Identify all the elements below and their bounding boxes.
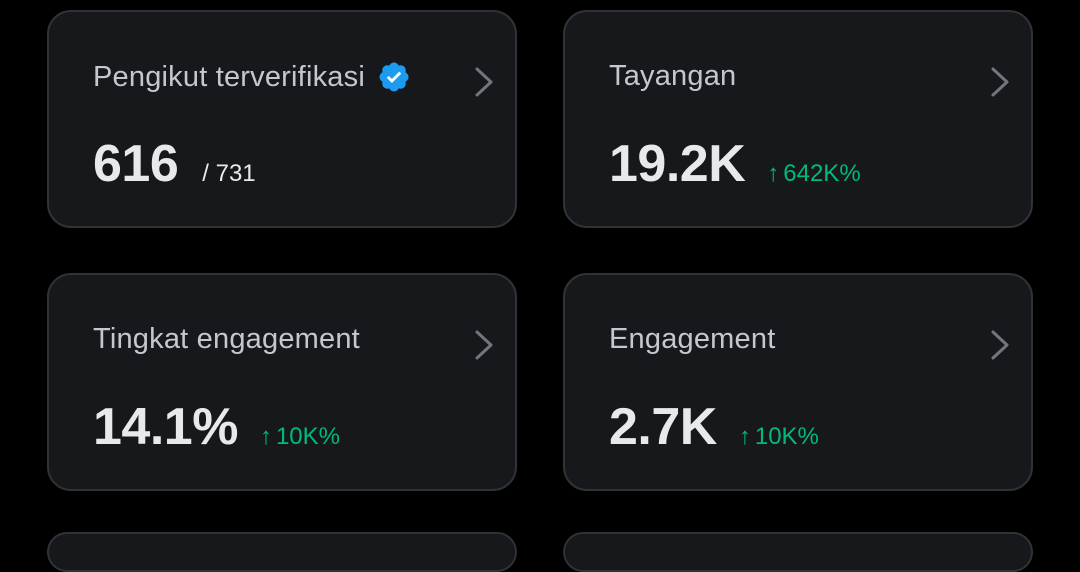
engagements-label: Engagement (609, 323, 776, 355)
engagements-change-value: 10K% (754, 423, 819, 450)
card-label: Tingkat engagement (93, 323, 360, 356)
engagement-rate-value: 14.1% (93, 398, 238, 456)
verified-followers-label: Pengikut terverifikasi (93, 60, 365, 93)
next-card-partial[interactable] (563, 532, 1033, 572)
verified-followers-card[interactable]: Pengikut terverifikasi 616 / 731 (47, 10, 517, 228)
engagements-card[interactable]: Engagement 2.7K ↑ 10K% (563, 273, 1033, 491)
engagements-change: ↑ 10K% (739, 423, 819, 451)
chevron-right-icon[interactable] (473, 328, 495, 362)
impressions-label: Tayangan (609, 60, 737, 92)
next-card-partial[interactable] (47, 532, 517, 572)
chevron-right-icon[interactable] (989, 65, 1011, 99)
engagement-rate-card[interactable]: Tingkat engagement 14.1% ↑ 10K% (47, 273, 517, 491)
value-row: 14.1% ↑ 10K% (93, 397, 340, 457)
arrow-up-icon: ↑ (767, 160, 780, 187)
value-row: 19.2K ↑ 642K% (609, 134, 861, 194)
impressions-change-value: 642K% (783, 160, 861, 187)
card-label: Engagement (609, 323, 775, 356)
verified-followers-value: 616 (93, 135, 179, 193)
engagement-rate-change: ↑ 10K% (260, 423, 340, 451)
verified-badge-icon (379, 62, 409, 92)
engagements-value: 2.7K (609, 398, 717, 456)
arrow-up-icon: ↑ (738, 423, 751, 450)
total-followers: / 731 (202, 160, 256, 187)
value-row: 616 / 731 (93, 134, 256, 194)
engagement-rate-label: Tingkat engagement (93, 323, 360, 355)
engagement-rate-change-value: 10K% (275, 423, 340, 450)
card-label: Pengikut terverifikasi (93, 60, 411, 94)
impressions-card[interactable]: Tayangan 19.2K ↑ 642K% (563, 10, 1033, 228)
arrow-up-icon: ↑ (259, 423, 272, 450)
chevron-right-icon[interactable] (473, 65, 495, 99)
impressions-value: 19.2K (609, 135, 746, 193)
impressions-change: ↑ 642K% (767, 160, 860, 188)
value-row: 2.7K ↑ 10K% (609, 397, 819, 457)
card-label: Tayangan (609, 60, 736, 93)
chevron-right-icon[interactable] (989, 328, 1011, 362)
